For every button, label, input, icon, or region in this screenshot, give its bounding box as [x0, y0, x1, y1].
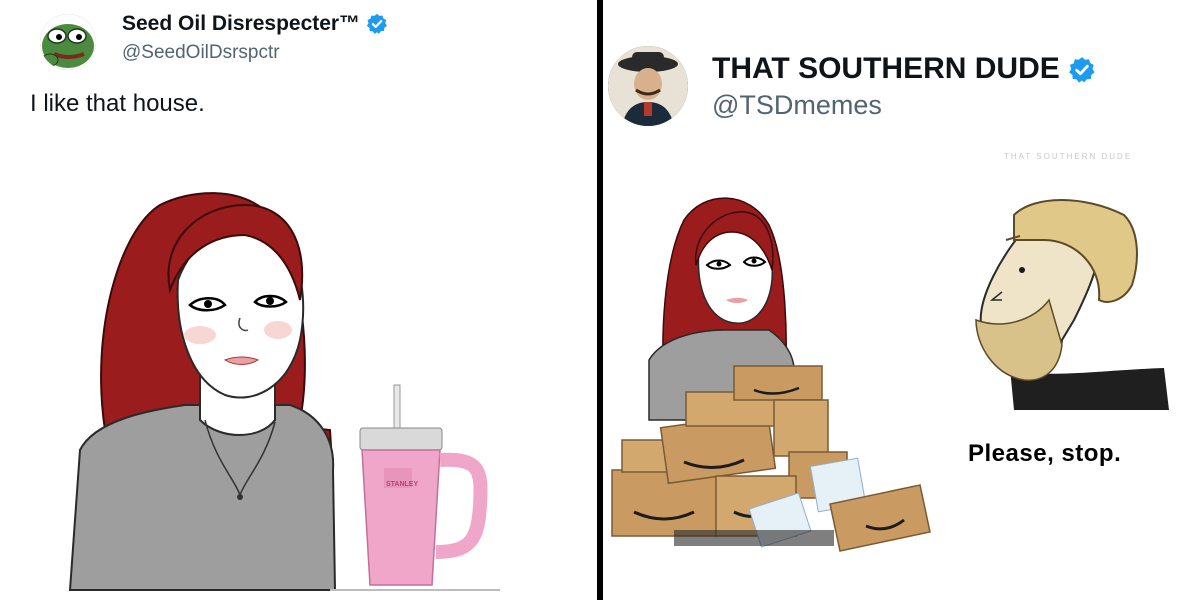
bearded-chad-head [975, 199, 1169, 410]
wojak-woman-with-cup-illustration: STANLEY [68, 192, 500, 591]
left-tweet-panel: Seed Oil Disrespecter™ @SeedOilDsrspctr … [0, 0, 598, 600]
right-tweet-panel: THAT SOUTHERN DUDE @TSDmemes THAT SOUTHE… [604, 0, 1200, 600]
gray-shirt [68, 404, 337, 591]
cup-brand-text: STANLEY [386, 481, 418, 488]
pink-tumbler-cup: STANLEY [359, 384, 488, 586]
wojak-woman-boxes-and-chad-illustration [611, 197, 1169, 552]
panel-divider [597, 0, 603, 600]
caption-text: Please, stop. [968, 440, 1122, 467]
